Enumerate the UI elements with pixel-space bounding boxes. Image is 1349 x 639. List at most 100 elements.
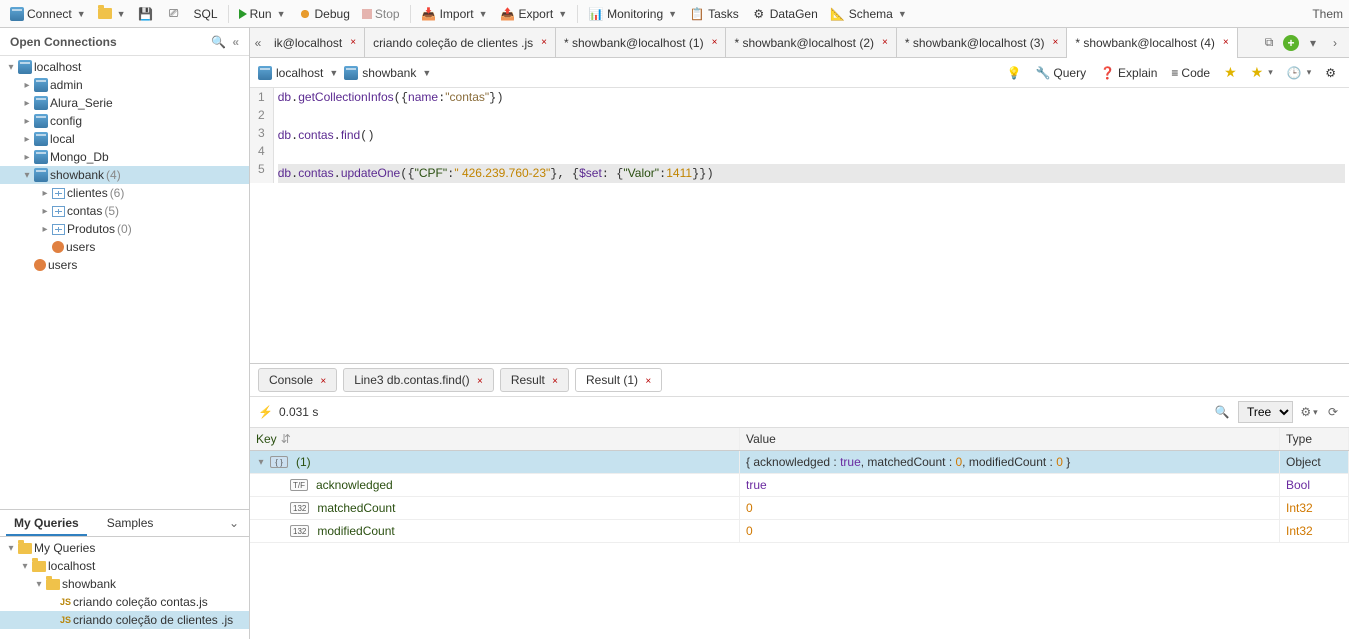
import-button[interactable]: 📥Import▼ [417, 4, 492, 24]
close-icon[interactable]: × [1223, 37, 1229, 48]
tree-db[interactable]: ▸Alura_Serie [0, 94, 249, 112]
chevron-down-icon[interactable]: ▾ [1305, 35, 1321, 51]
gear-icon[interactable]: ⚙▾ [1301, 404, 1317, 420]
tree-users[interactable]: users [0, 256, 249, 274]
split-view-icon[interactable]: ⧉ [1261, 35, 1277, 51]
column-key[interactable]: Key ⇵ [250, 428, 740, 450]
editor-tab[interactable]: * showbank@localhost (1)× [556, 28, 726, 58]
debug-button[interactable]: Debug [294, 5, 354, 23]
tree-db[interactable]: ▸Mongo_Db [0, 148, 249, 166]
result-row[interactable]: 132matchedCount 0 Int32 [250, 497, 1349, 520]
editor-tabs: « ik@localhost× criando coleção de clien… [250, 28, 1349, 58]
search-icon[interactable]: 🔍 [211, 35, 226, 49]
toggle-button[interactable]: 💡 [1001, 64, 1026, 82]
save-button[interactable]: 💾 [134, 4, 158, 24]
tab-line3[interactable]: Line3 db.contas.find() × [343, 368, 494, 392]
queries-conn[interactable]: ▾localhost [0, 557, 249, 575]
column-type[interactable]: Type [1280, 428, 1349, 450]
favorite-add-icon[interactable]: ★ [1219, 62, 1242, 83]
users-icon [34, 259, 46, 271]
code-editor[interactable]: 12345 db.getCollectionInfos({name:"conta… [250, 88, 1349, 183]
stop-button[interactable]: Stop [358, 5, 404, 23]
schema-label: Schema [849, 7, 893, 21]
tree-db[interactable]: ▸local [0, 130, 249, 148]
path-host[interactable]: localhost▼ [258, 66, 338, 80]
tree-db[interactable]: ▸config [0, 112, 249, 130]
queries-file[interactable]: JS criando coleção de clientes .js [0, 611, 249, 629]
tab-samples[interactable]: Samples [93, 510, 168, 536]
lightning-icon: ⚡ [258, 405, 273, 419]
editor-tab[interactable]: criando coleção de clientes .js× [365, 28, 556, 58]
result-row[interactable]: T/Facknowledged true Bool [250, 474, 1349, 497]
tab-result-1[interactable]: Result (1) × [575, 368, 662, 392]
refresh-icon[interactable]: ⟳ [1325, 404, 1341, 420]
datagen-label: DataGen [770, 7, 818, 21]
collection-icon [52, 188, 65, 199]
close-icon[interactable]: × [320, 376, 326, 387]
monitoring-button[interactable]: 📊Monitoring▼ [584, 4, 681, 24]
collapse-icon[interactable]: « [232, 35, 239, 49]
new-tab-button[interactable]: + [1283, 35, 1299, 51]
tasks-button[interactable]: 📋Tasks [685, 4, 743, 24]
monitoring-label: Monitoring [607, 7, 663, 21]
tree-connection[interactable]: ▾localhost [0, 58, 249, 76]
view-mode-select[interactable]: Tree [1238, 401, 1293, 423]
search-icon[interactable]: 🔍 [1214, 404, 1230, 420]
queries-folder[interactable]: ▾showbank [0, 575, 249, 593]
tab-result[interactable]: Result × [500, 368, 569, 392]
database-icon [34, 150, 48, 164]
tabs-scroll-left[interactable]: « [250, 35, 266, 51]
code-button[interactable]: ≡Code [1166, 64, 1215, 82]
users-icon [52, 241, 64, 253]
tabs-scroll-right[interactable]: › [1327, 35, 1343, 51]
settings-icon[interactable]: ⚙ [1320, 64, 1341, 82]
queries-root[interactable]: ▾My Queries [0, 539, 249, 557]
code-area[interactable]: db.getCollectionInfos({name:"contas"}) d… [274, 88, 1349, 183]
connect-button[interactable]: Connect▼ [6, 5, 90, 23]
queries-file[interactable]: JS criando coleção contas.js [0, 593, 249, 611]
object-badge-icon: { } [270, 456, 288, 468]
query-button[interactable]: 🔧Query [1030, 64, 1091, 82]
path-db[interactable]: showbank▼ [344, 66, 431, 80]
database-icon [34, 168, 48, 182]
editor-tab[interactable]: * showbank@localhost (3)× [897, 28, 1067, 58]
open-button[interactable]: ▼ [94, 6, 130, 21]
tab-console[interactable]: Console × [258, 368, 337, 392]
folder-icon [18, 543, 32, 554]
close-icon[interactable]: × [1052, 37, 1058, 48]
close-icon[interactable]: × [477, 376, 483, 387]
run-button[interactable]: Run▼ [235, 5, 290, 23]
chevron-down-icon: ▼ [117, 9, 126, 19]
bool-badge-icon: T/F [290, 479, 308, 491]
int-badge-icon: 132 [290, 502, 309, 514]
editor-tab[interactable]: * showbank@localhost (2)× [726, 28, 896, 58]
tree-db-showbank[interactable]: ▾showbank (4) [0, 166, 249, 184]
close-icon[interactable]: × [350, 37, 356, 48]
editor-tab-active[interactable]: * showbank@localhost (4)× [1067, 28, 1237, 58]
export-button[interactable]: 📤Export▼ [496, 4, 572, 24]
result-row[interactable]: 132modifiedCount 0 Int32 [250, 520, 1349, 543]
explain-button[interactable]: ❓Explain [1095, 64, 1162, 82]
tree-collection[interactable]: ▸contas (5) [0, 202, 249, 220]
close-icon[interactable]: × [712, 37, 718, 48]
editor-tab[interactable]: ik@localhost× [266, 28, 365, 58]
close-icon[interactable]: × [882, 37, 888, 48]
results-grid: Key ⇵ Value Type ▾{ }(1) { acknowledged … [250, 428, 1349, 639]
close-icon[interactable]: × [552, 376, 558, 387]
close-icon[interactable]: × [541, 37, 547, 48]
favorite-icon[interactable]: ★▾ [1246, 62, 1278, 83]
datagen-button[interactable]: ⚙DataGen [747, 4, 822, 24]
tab-my-queries[interactable]: My Queries [0, 510, 93, 536]
tree-collection[interactable]: ▸clientes (6) [0, 184, 249, 202]
sql-button[interactable]: SQL [190, 5, 222, 23]
history-icon[interactable]: 🕒▾ [1282, 64, 1316, 82]
column-value[interactable]: Value [740, 428, 1280, 450]
result-row-root[interactable]: ▾{ }(1) { acknowledged : true, matchedCo… [250, 451, 1349, 474]
tree-users[interactable]: users [0, 238, 249, 256]
close-icon[interactable]: × [645, 376, 651, 387]
tree-db[interactable]: ▸admin [0, 76, 249, 94]
expand-icon[interactable]: ⌄ [219, 510, 249, 536]
format-button[interactable]: ⎚ [162, 4, 186, 24]
schema-button[interactable]: 📐Schema▼ [826, 4, 911, 24]
tree-collection[interactable]: ▸Produtos (0) [0, 220, 249, 238]
